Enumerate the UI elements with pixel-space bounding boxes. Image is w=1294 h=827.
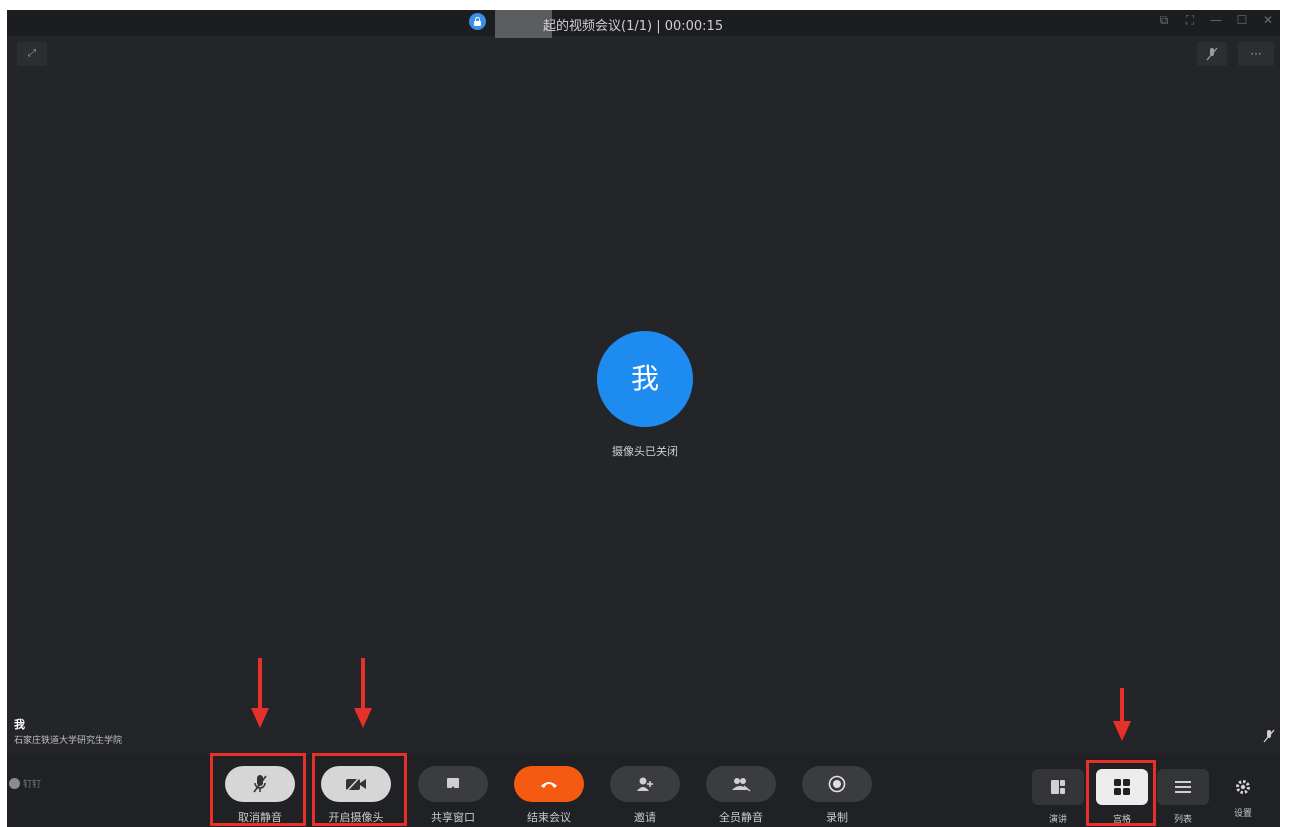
record-icon xyxy=(802,766,872,802)
logo-text: 钉钉 xyxy=(23,780,42,790)
mic-muted-icon[interactable] xyxy=(1197,42,1227,66)
mute-all-label: 全员静音 xyxy=(719,811,763,824)
view-speaker-button[interactable]: 演讲 xyxy=(1030,769,1086,825)
window-controls: ⧉ ⛶ — ☐ ✕ xyxy=(1158,13,1274,28)
highlight-grid xyxy=(1086,760,1156,826)
gear-icon xyxy=(1236,780,1250,794)
list-layout-icon xyxy=(1157,769,1209,805)
mute-all-icon xyxy=(706,766,776,802)
lock-icon xyxy=(469,13,486,30)
speaker-label: 演讲 xyxy=(1048,815,1067,825)
self-organization: 石家庄铁道大学研究生学院 xyxy=(14,736,123,746)
title-bar: 起的视频会议(1/1) | 00:00:15 ⧉ ⛶ — ☐ ✕ xyxy=(7,10,1280,38)
self-name: 我 xyxy=(14,718,25,731)
dingtalk-logo: 钉钉 xyxy=(9,777,41,790)
end-meeting-button[interactable]: 结束会议 xyxy=(513,766,585,825)
invite-label: 邀请 xyxy=(634,811,656,824)
more-icon[interactable]: ··· xyxy=(1238,42,1274,66)
hang-up-icon xyxy=(514,766,584,802)
speaker-layout-icon xyxy=(1032,769,1084,805)
highlight-camera xyxy=(312,753,407,826)
expand-icon[interactable]: ⤢ xyxy=(17,42,47,66)
avatar: 我 xyxy=(597,331,693,427)
maximize-icon[interactable]: ☐ xyxy=(1236,13,1248,28)
fullscreen-icon[interactable]: ⛶ xyxy=(1184,13,1196,28)
settings-button[interactable]: 设置 xyxy=(1228,769,1258,819)
screen-share-icon xyxy=(418,766,488,802)
add-user-icon xyxy=(610,766,680,802)
minimize-icon[interactable]: — xyxy=(1210,13,1222,28)
meeting-window: 起的视频会议(1/1) | 00:00:15 ⧉ ⛶ — ☐ ✕ ⤢ ··· 我… xyxy=(7,10,1280,827)
highlight-unmute xyxy=(210,753,306,826)
view-list-button[interactable]: 列表 xyxy=(1155,769,1211,825)
list-label: 列表 xyxy=(1173,815,1192,825)
settings-label: 设置 xyxy=(1233,809,1252,819)
pin-icon[interactable]: ⧉ xyxy=(1158,13,1170,28)
end-label: 结束会议 xyxy=(527,811,571,824)
share-window-button[interactable]: 共享窗口 xyxy=(417,766,489,825)
record-label: 录制 xyxy=(826,811,848,824)
record-button[interactable]: 录制 xyxy=(801,766,873,825)
camera-off-status: 摄像头已关闭 xyxy=(612,445,678,458)
invite-button[interactable]: 邀请 xyxy=(609,766,681,825)
mute-all-button[interactable]: 全员静音 xyxy=(705,766,777,825)
share-label: 共享窗口 xyxy=(431,811,475,824)
participant-mic-muted-icon xyxy=(1263,729,1275,743)
window-title: 起的视频会议(1/1) | 00:00:15 xyxy=(543,19,724,34)
close-icon[interactable]: ✕ xyxy=(1262,13,1274,28)
dingtalk-logo-icon xyxy=(9,778,20,789)
